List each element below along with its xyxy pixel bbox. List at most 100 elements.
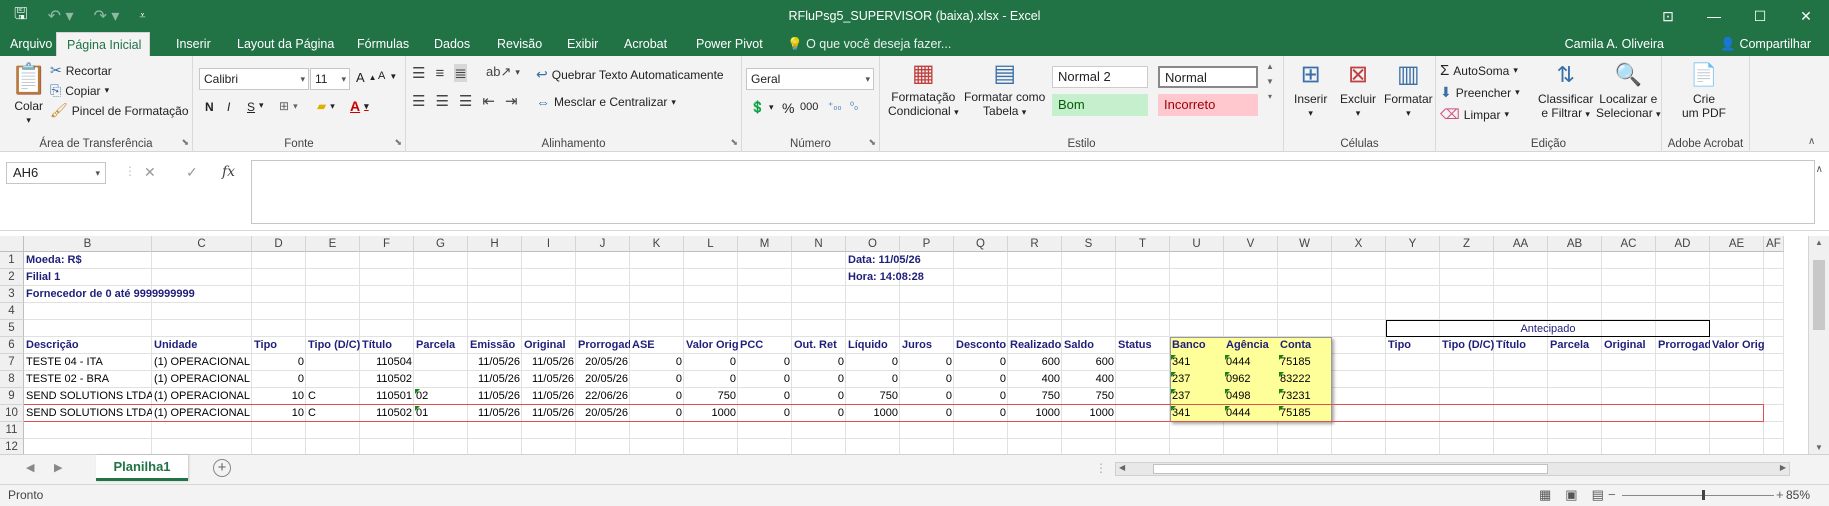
add-sheet-icon[interactable]: + — [213, 459, 231, 477]
cut-button[interactable]: ✂ Recortar — [50, 62, 112, 79]
tell-me-box[interactable]: 💡 O que você deseja fazer... — [787, 32, 951, 56]
table-cell[interactable]: 341 — [1170, 354, 1224, 371]
save-icon[interactable]: 🖫 — [14, 3, 28, 30]
underline-dropdown[interactable]: ▾ — [259, 100, 264, 111]
create-pdf-button[interactable]: 📄 Crie um PDF — [1682, 58, 1726, 120]
table-cell[interactable]: 400 — [1062, 371, 1116, 388]
undo-icon[interactable]: ↶ ▾ — [48, 6, 74, 26]
table-cell[interactable]: 0 — [900, 354, 954, 371]
cell-moeda[interactable]: Moeda: R$ — [24, 252, 84, 269]
column-header-B[interactable]: B — [24, 236, 152, 252]
table-cell[interactable]: 0 — [738, 371, 792, 388]
table-cell[interactable]: 0 — [252, 354, 306, 371]
table-cell[interactable]: 20/05/26 — [576, 371, 630, 388]
next-sheet-icon[interactable]: ▶ — [54, 461, 62, 474]
column-header-M[interactable]: M — [738, 236, 792, 252]
table-header-cell[interactable]: Tipo (D/C) — [1440, 337, 1494, 354]
table-cell[interactable]: 0 — [792, 388, 846, 405]
table-cell[interactable]: 750 — [846, 388, 900, 405]
column-header-V[interactable]: V — [1224, 236, 1278, 252]
column-header-AB[interactable]: AB — [1548, 236, 1602, 252]
table-cell[interactable]: 0962 — [1224, 371, 1278, 388]
expand-formula-icon[interactable]: ∧ — [1816, 164, 1823, 175]
conditional-format-button[interactable]: ▦ Formatação Condicional ▾ — [888, 58, 959, 119]
increase-decimal-icon[interactable]: ⁺₀₀ — [828, 101, 842, 112]
table-header-cell[interactable]: Agência — [1224, 337, 1278, 354]
tab-dados[interactable]: Dados — [424, 32, 480, 56]
table-header-cell[interactable]: Descrição — [24, 337, 152, 354]
row-header-4[interactable]: 4 — [0, 303, 24, 320]
decrease-indent-icon[interactable]: ⇤ — [482, 92, 495, 110]
table-header-cell[interactable]: Desconto — [954, 337, 1008, 354]
decrease-decimal-icon[interactable]: ⁰₀ — [850, 101, 858, 112]
table-cell[interactable]: 75185 — [1278, 354, 1332, 371]
normal-view-icon[interactable]: ▦ — [1539, 487, 1551, 503]
align-center-icon[interactable]: ☰ — [435, 92, 448, 110]
table-cell[interactable]: 0498 — [1224, 388, 1278, 405]
minimize-icon[interactable]: — — [1691, 0, 1737, 32]
column-header-H[interactable]: H — [468, 236, 522, 252]
zoom-slider-thumb[interactable] — [1702, 490, 1705, 500]
table-cell[interactable]: 11/05/26 — [468, 371, 522, 388]
table-header-cell[interactable]: Unidade — [152, 337, 252, 354]
table-cell[interactable]: 0 — [738, 354, 792, 371]
table-cell[interactable]: 11/05/26 — [522, 388, 576, 405]
column-header-Z[interactable]: Z — [1440, 236, 1494, 252]
table-cell[interactable]: TESTE 02 - BRA — [24, 371, 152, 388]
table-cell[interactable]: 73231 — [1278, 388, 1332, 405]
column-header-O[interactable]: O — [846, 236, 900, 252]
column-header-Q[interactable]: Q — [954, 236, 1008, 252]
table-cell[interactable]: 0 — [630, 354, 684, 371]
table-cell[interactable]: 10 — [252, 388, 306, 405]
tab-revisao[interactable]: Revisão — [487, 32, 552, 56]
column-header-S[interactable]: S — [1062, 236, 1116, 252]
row-header-5[interactable]: 5 — [0, 320, 24, 337]
table-cell[interactable]: 0 — [738, 388, 792, 405]
style-normal[interactable]: Normal — [1158, 66, 1258, 88]
table-header-cell[interactable]: Banco — [1170, 337, 1224, 354]
accounting-icon[interactable]: 💲 ▾ — [750, 100, 773, 114]
tab-split-icon[interactable]: ⋮ — [1095, 461, 1107, 475]
insert-cells-button[interactable]: ⊞ Inserir ▾ — [1294, 58, 1327, 120]
table-header-cell[interactable]: Prorrogado — [576, 337, 630, 354]
font-shrink-button[interactable]: A ▼ — [378, 70, 397, 82]
italic-button[interactable]: I — [227, 100, 230, 114]
column-header-P[interactable]: P — [900, 236, 954, 252]
column-header-AE[interactable]: AE — [1710, 236, 1764, 252]
align-bottom-icon[interactable]: ≣ — [454, 64, 467, 82]
table-cell[interactable]: 750 — [1008, 388, 1062, 405]
table-header-cell[interactable]: Parcela — [1548, 337, 1602, 354]
borders-icon[interactable]: ⊞ ▾ — [279, 99, 298, 113]
redo-icon[interactable]: ↷ ▾ — [94, 6, 120, 26]
column-header-F[interactable]: F — [360, 236, 414, 252]
table-cell[interactable]: (1) OPERACIONAL — [152, 388, 252, 405]
zoom-slider[interactable] — [1622, 495, 1774, 496]
formula-input[interactable] — [251, 160, 1815, 224]
scroll-up-icon[interactable]: ▲ — [1815, 238, 1823, 247]
style-bad[interactable]: Incorreto — [1158, 94, 1258, 116]
vertical-scroll-thumb[interactable] — [1813, 260, 1825, 330]
table-header-cell[interactable]: Conta — [1278, 337, 1332, 354]
table-cell[interactable]: 11/05/26 — [522, 371, 576, 388]
table-header-cell[interactable]: Status — [1116, 337, 1170, 354]
column-header-G[interactable]: G — [414, 236, 468, 252]
column-header-L[interactable]: L — [684, 236, 738, 252]
table-header-cell[interactable]: ASE — [630, 337, 684, 354]
table-cell[interactable]: 0 — [252, 371, 306, 388]
style-good[interactable]: Bom — [1052, 94, 1148, 116]
select-all-corner[interactable] — [0, 236, 24, 252]
table-cell[interactable]: 20/05/26 — [576, 354, 630, 371]
dialog-launcher-icon[interactable]: ⬊ — [181, 137, 189, 148]
increase-indent-icon[interactable]: ⇥ — [505, 92, 518, 110]
dialog-launcher-icon[interactable]: ⬊ — [730, 137, 738, 148]
tab-power-pivot[interactable]: Power Pivot — [686, 32, 773, 56]
tab-inserir[interactable]: Inserir — [166, 32, 221, 56]
zoom-percent[interactable]: 85% — [1786, 488, 1810, 502]
table-cell[interactable]: 0 — [846, 371, 900, 388]
zoom-in-icon[interactable]: + — [1776, 487, 1784, 502]
table-header-cell[interactable]: Saldo — [1062, 337, 1116, 354]
wrap-text-button[interactable]: ↩ Quebrar Texto Automaticamente — [536, 66, 724, 83]
number-format-select[interactable]: Geral ▾ — [746, 68, 874, 90]
clear-button[interactable]: ⌫ Limpar ▾ — [1440, 106, 1509, 123]
table-header-cell[interactable]: Original — [1602, 337, 1656, 354]
